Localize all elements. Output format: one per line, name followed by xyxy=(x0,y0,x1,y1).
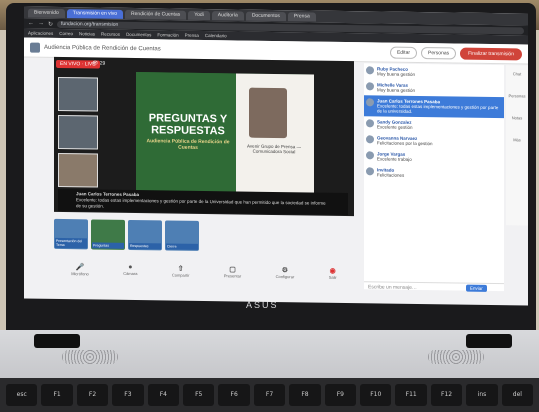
avatar xyxy=(366,151,374,160)
forward-icon[interactable]: → xyxy=(38,21,44,27)
browser-tab[interactable]: Rendición de Cuentas xyxy=(125,9,187,20)
chat-message: Invitado Felicitaciones xyxy=(364,164,504,182)
speaker-right xyxy=(428,350,484,364)
host-name: Avenir Grupo de Prensa — Comunicadora So… xyxy=(247,143,301,155)
key[interactable]: F10 xyxy=(360,384,392,406)
meeting-title: Audiencia Pública de Rendición de Cuenta… xyxy=(44,44,161,52)
avatar xyxy=(366,167,374,176)
settings-button[interactable]: ⚙ Configurar xyxy=(276,265,295,279)
camera-button[interactable]: ● Cámara xyxy=(123,264,137,276)
rail-item-notes[interactable]: Notas xyxy=(506,109,528,131)
slide-title: PREGUNTAS Y RESPUESTAS xyxy=(148,112,228,138)
laptop-screen: Bienvenido Transmisión en vivo Rendición… xyxy=(24,6,528,306)
bookmark[interactable]: Noticias xyxy=(79,31,95,36)
key[interactable]: F3 xyxy=(112,384,144,406)
video-stage: EN VIVO · LIVE 👁 29 PREGUNTAS Y RESPUEST… xyxy=(54,56,354,217)
exit-icon: ◉ xyxy=(329,267,336,275)
chat-panel: Ruby Pacheco Muy buena gestión Michelle V… xyxy=(364,63,504,292)
browser-tab[interactable]: Bienvenido xyxy=(28,8,65,18)
keyboard-row: esc F1 F2 F3 F4 F5 F6 F7 F8 F9 F10 F11 F… xyxy=(0,378,539,412)
bookmark[interactable]: Formación xyxy=(157,32,178,37)
chat-message: Jorge Vargas Excelente trabajo xyxy=(364,148,504,166)
share-icon: ⇧ xyxy=(177,265,184,273)
browser-tab-active[interactable]: Transmisión en vivo xyxy=(66,8,124,19)
send-button[interactable]: Enviar xyxy=(466,284,487,292)
avatar xyxy=(366,82,374,91)
key[interactable]: F8 xyxy=(289,384,321,406)
key[interactable]: F6 xyxy=(218,384,250,406)
avatar xyxy=(366,119,374,128)
scene-thumbnail[interactable]: Preguntas xyxy=(91,219,125,250)
chat-message: Ruby Pacheco Muy buena gestión xyxy=(364,63,504,81)
key[interactable]: F2 xyxy=(76,384,109,406)
exit-button[interactable]: ◉ Salir xyxy=(329,266,337,279)
hinge-left xyxy=(34,334,80,348)
chat-message: Sandy Gonzalez Excelente gestión xyxy=(364,116,504,134)
scene-thumbnail[interactable]: Respuestas xyxy=(128,219,162,251)
avatar xyxy=(366,66,374,75)
avatar xyxy=(366,135,374,144)
key[interactable]: F9 xyxy=(324,384,357,406)
rail-item-more[interactable]: Más xyxy=(506,131,528,153)
bookmark[interactable]: Recursos xyxy=(101,32,120,37)
present-button[interactable]: ▢ Presentar xyxy=(224,265,241,278)
bookmark[interactable]: Documentos xyxy=(126,32,151,37)
scene-thumbnails: Presentación del Tema Preguntas Respuest… xyxy=(54,218,199,251)
gear-icon: ⚙ xyxy=(281,266,289,274)
browser-tab[interactable]: Auditoría xyxy=(211,10,244,21)
bookmark[interactable]: Prensa xyxy=(185,33,199,38)
chat-message: Michelle Varas Muy buena gestión xyxy=(364,79,504,97)
bookmark[interactable]: Correo xyxy=(59,31,73,36)
back-icon[interactable]: ← xyxy=(28,21,34,27)
caption-text: Excelente: todas estas implementaciones … xyxy=(76,197,326,209)
chat-message: Geovanna Narvaez Felicitaciones por la ge… xyxy=(364,132,504,150)
chat-message-highlighted: Juan Carlos Terrones Pasaba Excelente: to… xyxy=(364,95,504,119)
browser-tab[interactable]: Prensa xyxy=(287,11,316,22)
app-logo-icon xyxy=(30,42,40,53)
meeting-toolbar: 🎤 Micrófono ● Cámara ⇧ Compartir ▢ Presentar… xyxy=(54,259,354,283)
rail-item-chat[interactable]: Chat xyxy=(506,65,528,87)
people-button[interactable]: Personas xyxy=(421,46,457,60)
key[interactable]: del xyxy=(501,384,534,406)
slide-subtitle: Audiencia Pública de Rendición de Cuenta… xyxy=(146,138,230,151)
key[interactable]: esc xyxy=(6,384,38,406)
key[interactable]: F1 xyxy=(41,384,73,406)
viewer-count-value: 29 xyxy=(99,60,106,67)
presentation-slide: PREGUNTAS Y RESPUESTAS Audiencia Pública… xyxy=(136,72,314,197)
end-stream-button[interactable]: Finalizar transmisión xyxy=(460,47,522,60)
key[interactable]: ins xyxy=(466,384,498,406)
speaker-left xyxy=(62,350,118,364)
edit-button[interactable]: Editar xyxy=(389,46,418,59)
bookmark[interactable]: Aplicaciones xyxy=(28,31,53,36)
present-icon: ▢ xyxy=(229,265,236,273)
scene-thumbnail[interactable]: Cierre xyxy=(165,220,199,251)
chat-overlay-caption: Juan Carlos Terrones Pasaba Excelente: t… xyxy=(58,188,348,216)
key[interactable]: F11 xyxy=(395,384,427,406)
key[interactable]: F12 xyxy=(430,384,463,406)
hinge-right xyxy=(466,334,512,348)
reload-icon[interactable]: ↻ xyxy=(48,20,53,27)
host-video xyxy=(249,87,287,139)
mic-icon: 🎤 xyxy=(75,263,85,271)
side-rail: Chat Personas Notas Más xyxy=(506,65,528,226)
viewer-count: 👁 29 xyxy=(92,60,106,67)
participant-video[interactable] xyxy=(58,114,98,150)
participant-video[interactable] xyxy=(58,76,98,112)
share-button[interactable]: ⇧ Compartir xyxy=(172,264,190,277)
bookmark[interactable]: Calendario xyxy=(205,33,227,38)
browser-tab[interactable]: Yodi xyxy=(188,10,210,20)
key[interactable]: F7 xyxy=(253,384,286,406)
mic-button[interactable]: 🎤 Micrófono xyxy=(71,263,89,276)
participant-video[interactable] xyxy=(58,152,98,188)
browser-tab[interactable]: Documentos xyxy=(245,11,286,21)
key[interactable]: F5 xyxy=(183,384,215,406)
caption-name: Juan Carlos Terrones Pasaba xyxy=(76,191,139,198)
avatar xyxy=(366,98,374,107)
scene-thumbnail[interactable]: Presentación del Tema xyxy=(54,218,88,250)
rail-item-people[interactable]: Personas xyxy=(506,87,528,109)
key[interactable]: F4 xyxy=(147,384,180,406)
